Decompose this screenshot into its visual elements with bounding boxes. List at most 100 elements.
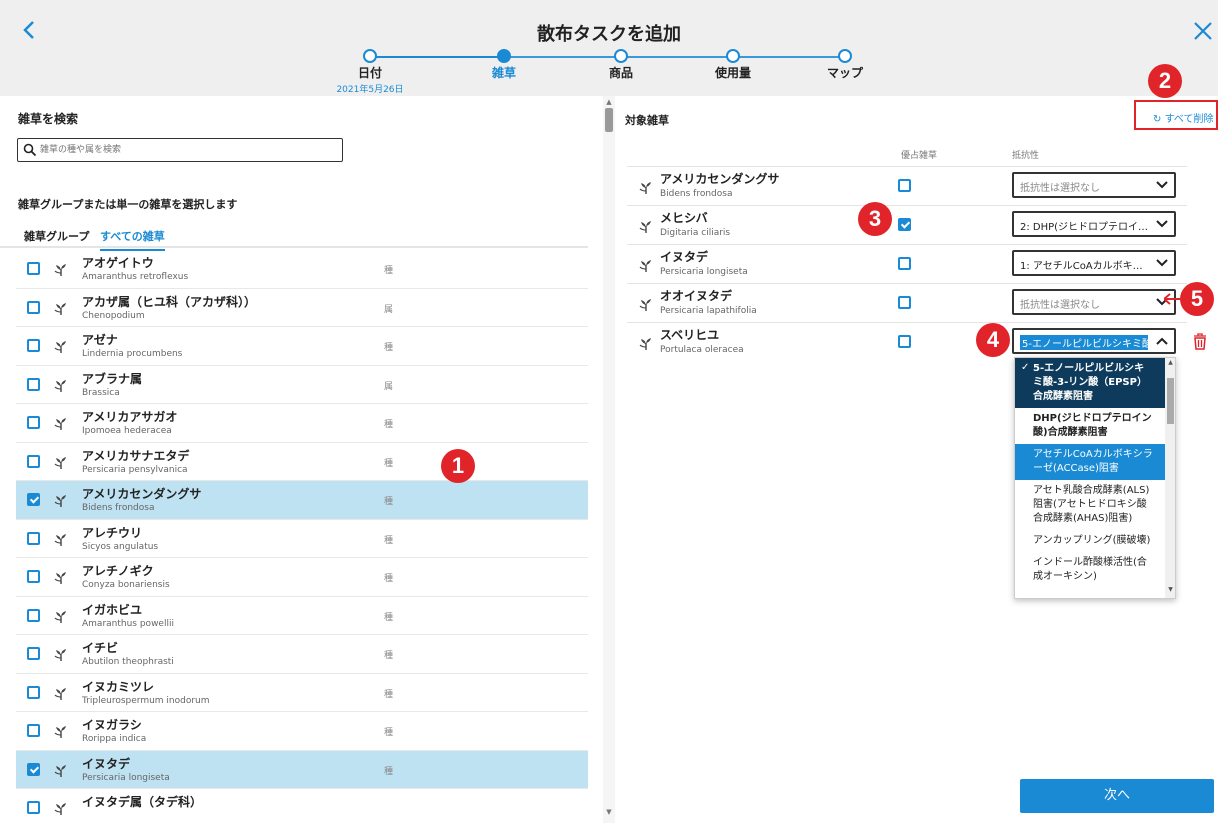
dropdown-option[interactable]: アセチルCoAカルボキシラーゼ(ACCase)阻害 — [1015, 444, 1175, 480]
scroll-up-icon[interactable]: ▲ — [603, 98, 615, 106]
plant-icon — [639, 180, 653, 194]
dropdown-option[interactable]: インドール酢酸様活性(合成オーキシン) — [1015, 552, 1175, 588]
dominant-weed-checkbox[interactable] — [898, 218, 911, 231]
target-weed-name: イヌタデ — [660, 250, 709, 264]
dropdown-option[interactable]: ✓ 5-エノールピルビルシキミ酸-3-リン酸（EPSP）合成酵素阻害 — [1015, 358, 1175, 408]
weed-row[interactable]: アメリカサナエタデ Persicaria pensylvanica 種 — [16, 443, 588, 481]
weed-row[interactable]: アメリカアサガオ Ipomoea hederacea 種 — [16, 404, 588, 443]
resistance-select[interactable]: 2: DHP(ジヒドロプテロイ… — [1012, 211, 1176, 237]
weed-row[interactable]: イガホビユ Amaranthus powellii 種 — [16, 597, 588, 635]
search-box[interactable] — [17, 138, 343, 162]
resistance-select[interactable]: 1: アセチルCoAカルボキ… — [1012, 250, 1176, 276]
tab-all-weeds[interactable]: すべての雑草 — [100, 228, 165, 251]
weed-name: イヌカミツレ — [82, 679, 155, 694]
step-weeds[interactable]: 雑草 — [454, 44, 554, 81]
weed-row[interactable]: アオゲイトウ Amaranthus retroflexus 種 — [16, 250, 588, 289]
target-weed-row: イヌタデ Persicaria longiseta 1: アセチルCoAカルボキ… — [627, 244, 1187, 283]
dropdown-scroll-thumb[interactable] — [1167, 378, 1174, 424]
annotation-marker-1: 1 — [441, 449, 475, 483]
weed-checkbox[interactable] — [27, 262, 40, 275]
trash-icon[interactable] — [1193, 333, 1207, 350]
resistance-select[interactable]: 抵抗性は選択なし — [1012, 289, 1176, 315]
chevron-down-icon — [1156, 220, 1168, 228]
weed-checkbox[interactable] — [27, 339, 40, 352]
dropdown-option-label: 5-エノールピルビルシキミ酸-3-リン酸（EPSP）合成酵素阻害 — [1033, 363, 1147, 402]
dominant-weed-checkbox[interactable] — [898, 179, 911, 192]
weed-checkbox[interactable] — [27, 762, 40, 776]
weed-checkbox[interactable] — [27, 570, 40, 583]
step-usage[interactable]: 使用量 — [683, 44, 783, 81]
weed-row[interactable]: アブラナ属 Brassica 属 — [16, 366, 588, 404]
weed-row[interactable]: アメリカセンダングサ Bidens frondosa 種 — [16, 481, 588, 520]
weed-name: イガホビユ — [82, 602, 143, 617]
weed-row[interactable]: アレチウリ Sicyos angulatus 種 — [16, 520, 588, 558]
weed-name: アゼナ — [82, 333, 118, 347]
weed-row[interactable]: アゼナ Lindernia procumbens 種 — [16, 327, 588, 366]
plant-icon — [54, 609, 68, 623]
weed-rank: 種 — [384, 458, 394, 469]
weed-checkbox[interactable] — [27, 685, 40, 699]
plant-icon — [54, 763, 68, 777]
dominant-weed-checkbox[interactable] — [898, 257, 911, 270]
close-icon[interactable] — [1192, 20, 1214, 42]
weed-checkbox[interactable] — [27, 724, 40, 737]
dropdown-scrollbar[interactable]: ▲ ▼ — [1165, 358, 1175, 598]
weed-row[interactable]: アカザ属（ヒユ科（アカザ科）） Chenopodium 属 — [16, 289, 588, 327]
weed-row[interactable]: アレチノギク Conyza bonariensis 種 — [16, 558, 588, 597]
dominant-weed-checkbox[interactable] — [898, 296, 911, 309]
scroll-thumb[interactable] — [605, 108, 613, 132]
weed-scientific-name: Persicaria pensylvanica — [82, 464, 188, 475]
weed-row[interactable]: イヌカミツレ Tripleurospermum inodorum 種 — [16, 674, 588, 712]
dropdown-option[interactable]: DHP(ジヒドロプテロイン酸)合成酵素阻害 — [1015, 408, 1175, 444]
annotation-marker-2: 2 — [1148, 64, 1182, 98]
weed-row[interactable]: イヌガラシ Rorippa indica 種 — [16, 712, 588, 751]
scroll-down-icon[interactable]: ▼ — [603, 808, 615, 816]
weed-checkbox[interactable] — [27, 801, 40, 814]
weed-checkbox[interactable] — [27, 416, 40, 429]
weed-checkbox[interactable] — [27, 493, 40, 506]
step-map[interactable]: マップ — [795, 44, 895, 81]
weed-row[interactable]: イチビ Abutilon theophrasti 種 — [16, 635, 588, 674]
weed-row[interactable]: イヌタデ属（タデ科） — [16, 789, 588, 823]
target-weed-scientific-name: Persicaria lapathifolia — [660, 306, 757, 316]
weed-rank: 種 — [384, 535, 394, 546]
weed-name: アカザ属（ヒユ科（アカザ科）） — [82, 294, 257, 309]
step-date[interactable]: 日付 2021年5月26日 — [320, 44, 420, 95]
tab-weed-groups[interactable]: 雑草グループ — [24, 228, 89, 244]
weed-checkbox[interactable] — [27, 647, 40, 660]
resistance-select[interactable]: 5-エノールピルビルシキミ酸 — [1012, 328, 1176, 354]
weed-checkbox[interactable] — [27, 454, 40, 468]
step-products[interactable]: 商品 — [571, 44, 671, 81]
dropdown-option[interactable]: アンカップリング(膜破壊) — [1015, 530, 1175, 552]
scroll-up-icon[interactable]: ▲ — [1165, 359, 1175, 366]
resistance-select-value: 5-エノールピルビルシキミ酸 — [1020, 335, 1148, 350]
weed-checkbox[interactable] — [27, 377, 40, 391]
search-input[interactable] — [40, 141, 336, 159]
weed-name: イチビ — [82, 641, 119, 655]
resistance-select[interactable]: 抵抗性は選択なし — [1012, 172, 1176, 198]
dominant-weed-checkbox[interactable] — [898, 335, 911, 348]
left-scrollbar[interactable]: ▲ ▼ — [603, 96, 615, 823]
plant-icon — [54, 724, 68, 738]
search-title: 雑草を検索 — [18, 112, 79, 126]
weed-checkbox[interactable] — [27, 300, 40, 314]
target-weed-scientific-name: Persicaria longiseta — [660, 267, 748, 277]
select-prompt: 雑草グループまたは単一の雑草を選択します — [18, 198, 238, 211]
step-label: マップ — [826, 66, 863, 80]
weed-scientific-name: Lindernia procumbens — [82, 349, 183, 359]
plant-icon — [54, 493, 68, 507]
target-weed-row: メヒシバ Digitaria ciliaris 2: DHP(ジヒドロプテロイ… — [627, 205, 1187, 244]
scroll-down-icon[interactable]: ▼ — [1165, 586, 1175, 593]
step-dot — [614, 49, 628, 63]
resistance-dropdown-menu[interactable]: ✓ 5-エノールピルビルシキミ酸-3-リン酸（EPSP）合成酵素阻害 DHP(ジヒド… — [1014, 357, 1176, 599]
weed-checkbox[interactable] — [27, 531, 40, 545]
next-button[interactable]: 次へ — [1020, 779, 1214, 813]
header-bar: 散布タスクを追加 日付 2021年5月26日 雑草 商品 使用量 マップ — [0, 0, 1218, 96]
weed-name: アレチノギク — [82, 564, 154, 578]
weed-checkbox[interactable] — [27, 608, 40, 622]
checkmark-icon: ✓ — [1021, 362, 1030, 373]
dropdown-option[interactable]: アセト乳酸合成酵素(ALS)阻害(アセトヒドロキシ酸合成酵素(AHAS)阻害) — [1015, 480, 1175, 530]
weed-row[interactable]: イヌタデ Persicaria longiseta 種 — [16, 750, 588, 789]
plant-icon — [54, 416, 68, 430]
weed-scientific-name: Conyza bonariensis — [82, 580, 170, 590]
